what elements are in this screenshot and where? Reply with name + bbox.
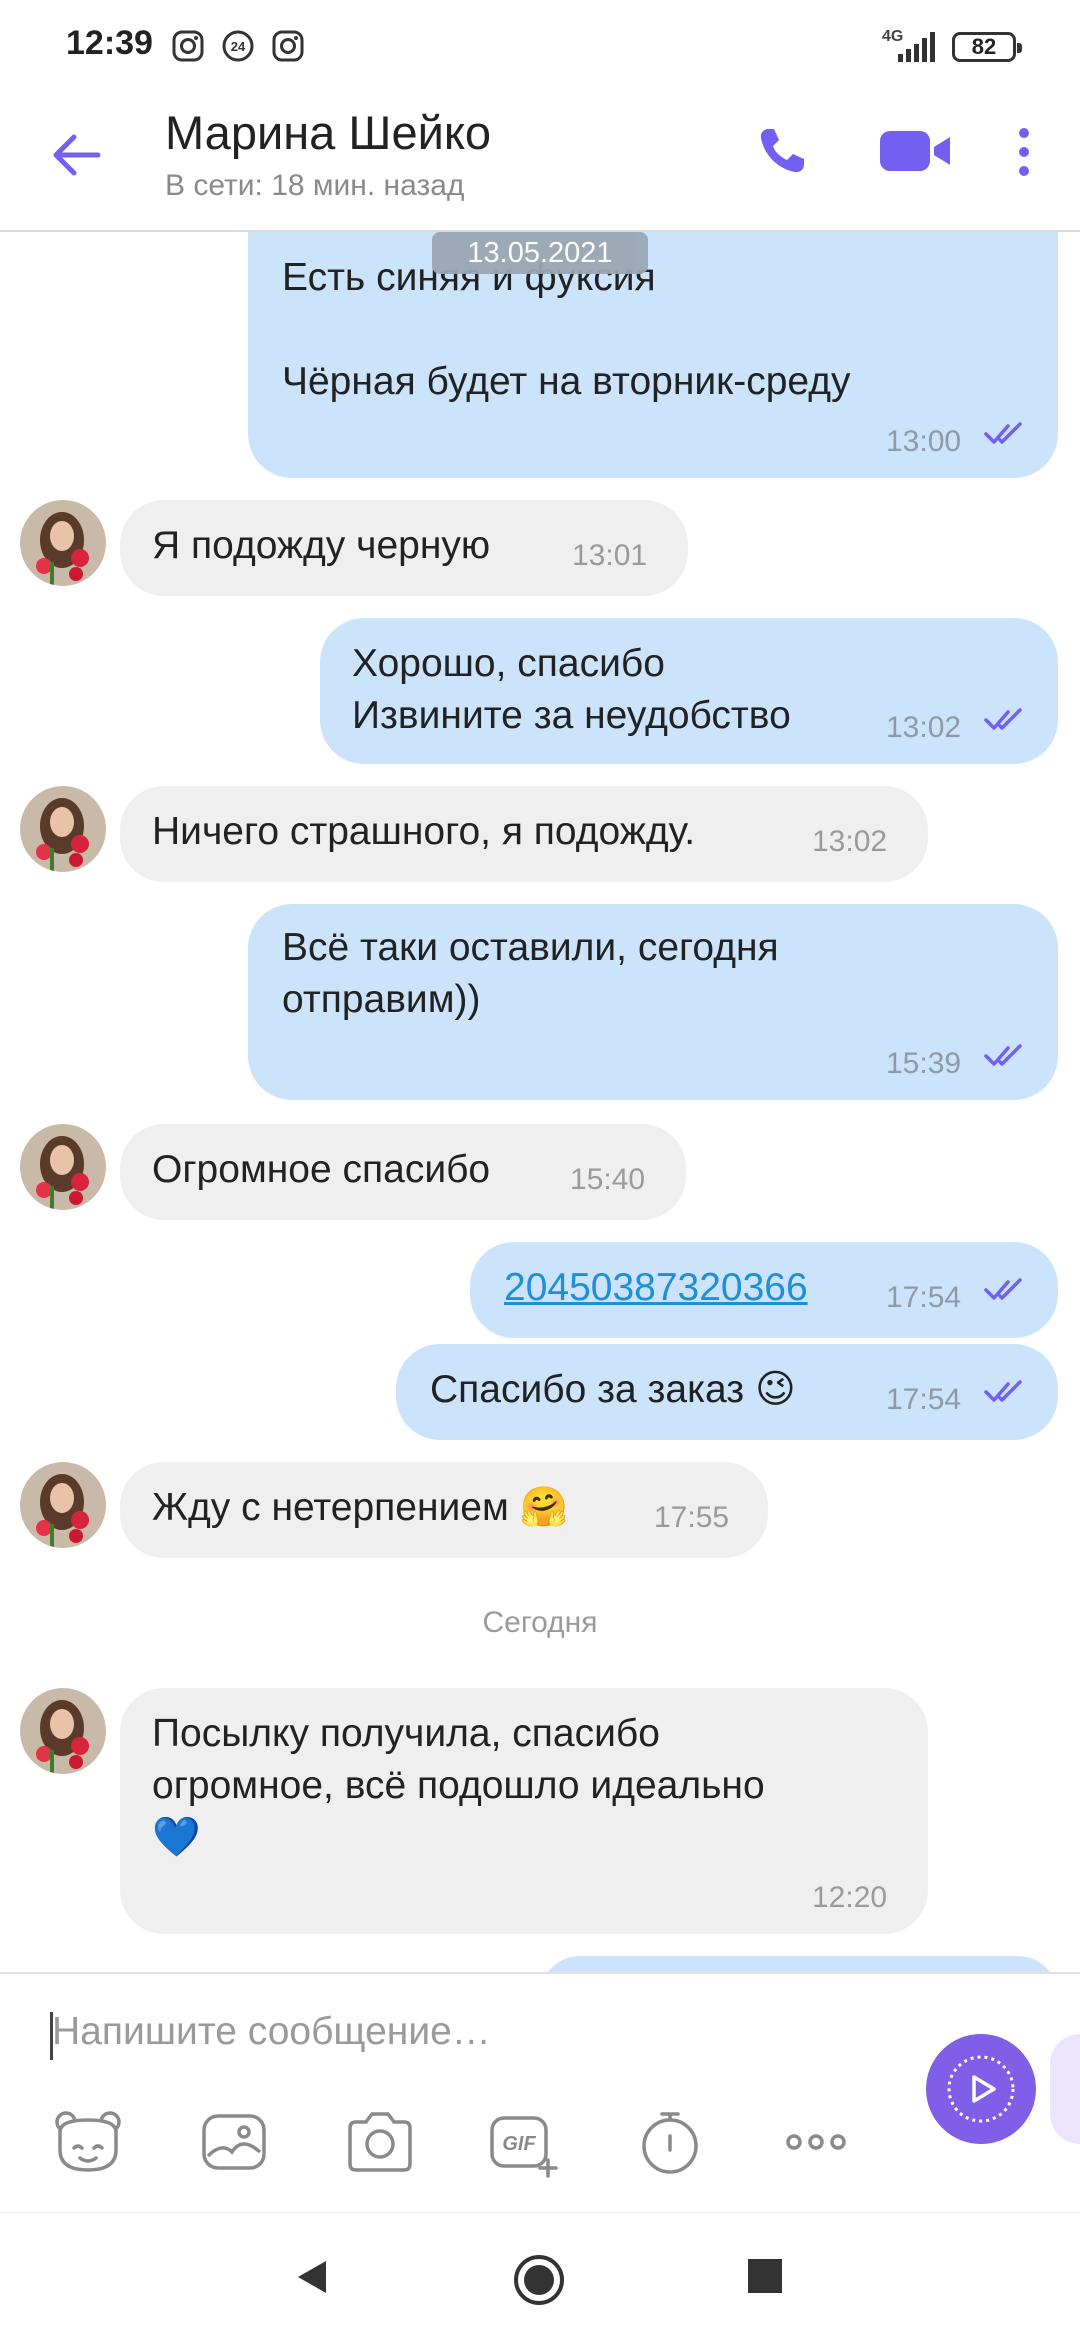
message-text: Ничего страшного, я подожду. [152, 810, 696, 853]
message-time: 12:20 [812, 1881, 888, 1914]
status-time: 12:39 [66, 24, 153, 62]
message-list[interactable]: Есть синяя и фуксия Чёрная будет на втор… [0, 232, 1080, 1972]
message-outgoing[interactable]: Спасибо за заказ 😉 17:54 [396, 1344, 1058, 1440]
avatar[interactable] [20, 1124, 106, 1210]
message-composer: Напишите сообщение… GIF [0, 1972, 1080, 2212]
back-arrow-icon[interactable] [48, 127, 104, 183]
message-text: Посылку получила, спасибо огромное, всё … [152, 1712, 765, 1859]
message-time: 17:55 [654, 1501, 730, 1534]
read-ticks-icon [984, 1380, 1022, 1402]
more-horizontal-icon[interactable] [780, 2106, 852, 2178]
nav-back-icon[interactable] [292, 2257, 332, 2297]
read-ticks-icon [984, 1044, 1022, 1066]
message-incoming[interactable]: Посылку получила, спасибо огромное, всё … [120, 1688, 928, 1934]
more-vert-icon[interactable] [1010, 125, 1038, 179]
message-text: Я подожду черную [152, 524, 491, 567]
24-badge-icon: 24 [222, 30, 254, 62]
svg-text:24: 24 [231, 39, 246, 54]
message-text: Есть синяя и фуксия Чёрная будет на втор… [282, 256, 851, 403]
avatar[interactable] [20, 1462, 106, 1548]
message-outgoing[interactable]: Есть синяя и фуксия Чёрная будет на втор… [248, 232, 1058, 478]
instagram-icon [172, 30, 204, 62]
avatar[interactable] [20, 500, 106, 586]
message-text: Огромное спасибо [152, 1148, 491, 1191]
message-time: 13:00 [886, 425, 962, 458]
contact-status: В сети: 18 мин. назад [165, 169, 465, 202]
timer-icon[interactable] [634, 2106, 706, 2178]
message-time: 13:02 [886, 711, 962, 744]
tracking-number-link[interactable]: 20450387320366 [504, 1262, 808, 1314]
message-text: Спасибо за заказ 😉 [430, 1368, 796, 1411]
message-incoming[interactable]: Жду с нетерпением 🤗 17:55 [120, 1462, 768, 1558]
message-incoming[interactable]: Я подожду черную 13:01 [120, 500, 688, 596]
contact-name[interactable]: Марина Шейко [165, 105, 491, 160]
read-ticks-icon [984, 422, 1022, 444]
message-outgoing[interactable]: Всё таки оставили, сегодня отправим)) 15… [248, 904, 1058, 1100]
message-incoming[interactable]: Огромное спасибо 15:40 [120, 1124, 686, 1220]
avatar[interactable] [20, 1688, 106, 1774]
video-call-icon[interactable] [878, 127, 954, 175]
read-ticks-icon [984, 708, 1022, 730]
message-time: 13:02 [812, 825, 888, 858]
message-outgoing-partial[interactable] [540, 1956, 1058, 1972]
send-button-background [1050, 2034, 1080, 2144]
date-pill: 13.05.2021 [432, 232, 648, 274]
message-time: 15:40 [570, 1163, 646, 1196]
message-text: Хорошо, спасибо Извините за неудобство [352, 642, 791, 737]
system-nav-bar [0, 2212, 1080, 2341]
message-incoming[interactable]: Ничего страшного, я подожду. 13:02 [120, 786, 928, 882]
signal-icon [898, 32, 935, 62]
nav-recents-icon[interactable] [746, 2257, 784, 2295]
nav-home-icon[interactable] [512, 2253, 566, 2307]
svg-text:GIF: GIF [502, 2133, 536, 2155]
message-outgoing[interactable]: Хорошо, спасибо Извините за неудобство 1… [320, 618, 1058, 764]
read-ticks-icon [984, 1278, 1022, 1300]
message-text: Всё таки оставили, сегодня отправим)) [282, 926, 779, 1021]
message-text: Жду с нетерпением 🤗 [152, 1486, 569, 1529]
instagram-icon [272, 30, 304, 62]
message-time: 17:54 [886, 1281, 962, 1314]
gallery-icon[interactable] [198, 2106, 270, 2178]
battery-icon: 82 [952, 32, 1022, 62]
day-separator: Сегодня [482, 1606, 598, 1639]
chat-header: Марина Шейко В сети: 18 мин. назад [0, 95, 1080, 232]
message-time: 15:39 [886, 1047, 962, 1080]
send-video-message-button[interactable] [926, 2034, 1036, 2144]
send-video-message-icon [947, 2055, 1015, 2123]
message-outgoing[interactable]: 20450387320366 17:54 [470, 1242, 1058, 1338]
phone-icon[interactable] [754, 123, 810, 179]
sticker-icon[interactable] [52, 2106, 124, 2178]
gif-icon[interactable]: GIF [488, 2106, 560, 2178]
message-time: 17:54 [886, 1383, 962, 1416]
status-bar: 12:39 24 4G 82 [0, 0, 1080, 95]
camera-icon[interactable] [344, 2106, 416, 2178]
message-time: 13:01 [572, 539, 648, 572]
avatar[interactable] [20, 786, 106, 872]
message-input[interactable]: Напишите сообщение… [52, 2010, 491, 2054]
